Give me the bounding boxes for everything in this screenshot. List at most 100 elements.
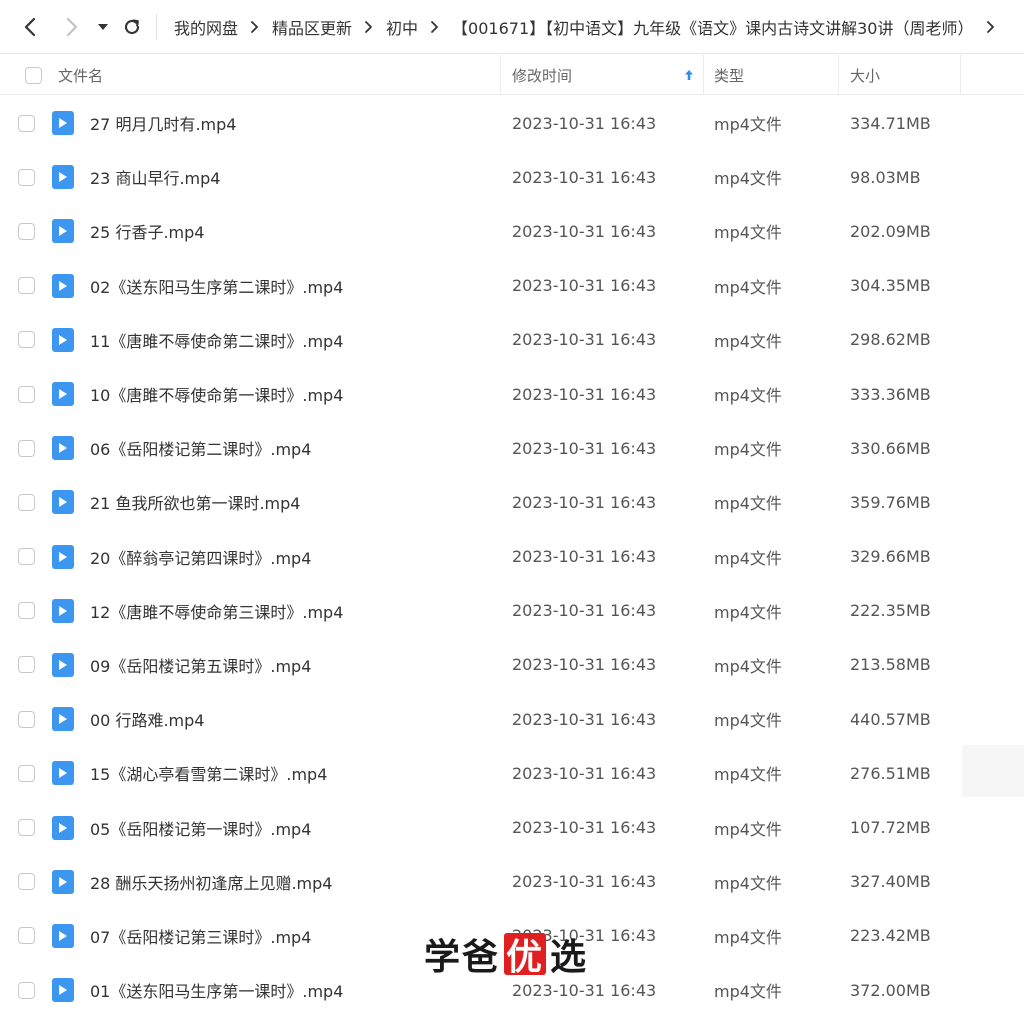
file-name[interactable]: 27 明月几时有.mp4 (90, 96, 236, 150)
file-name[interactable]: 06《岳阳楼记第二课时》.mp4 (90, 421, 311, 475)
row-checkbox[interactable] (18, 150, 35, 204)
file-modified-time: 2023-10-31 16:43 (512, 818, 657, 838)
row-checkbox[interactable] (18, 909, 35, 963)
file-row[interactable]: 00 行路难.mp4 2023-10-31 16:43 mp4文件 440.57MB (0, 692, 1024, 746)
row-checkbox[interactable] (18, 421, 35, 475)
checkbox-box (18, 385, 35, 403)
file-row[interactable]: 20《醉翁亭记第四课时》.mp4 2023-10-31 16:43 mp4文件 329… (0, 530, 1024, 584)
file-name[interactable]: 21 鱼我所欲也第一课时.mp4 (90, 475, 300, 529)
arrow-up-icon[interactable] (684, 55, 694, 95)
file-name[interactable]: 23 商山早行.mp4 (90, 150, 220, 204)
file-row[interactable]: 02《送东阳马生序第二课时》.mp4 2023-10-31 16:43 mp4文件 3… (0, 259, 1024, 313)
video-file-icon (52, 421, 74, 475)
column-header-modified[interactable]: 修改时间 (512, 55, 572, 95)
file-type: mp4文件 (714, 548, 782, 568)
file-row[interactable]: 11《唐雎不辱使命第二课时》.mp4 2023-10-31 16:43 mp4文件 2… (0, 313, 1024, 367)
checkbox-box (18, 873, 35, 891)
video-file-icon (52, 367, 74, 421)
file-name[interactable]: 12《唐雎不辱使命第三课时》.mp4 (90, 584, 343, 638)
file-name[interactable]: 02《送东阳马生序第二课时》.mp4 (90, 259, 343, 313)
file-type: mp4文件 (714, 711, 782, 731)
chevron-right-icon (364, 20, 373, 34)
file-row[interactable]: 28 酬乐天扬州初逢席上见赠.mp4 2023-10-31 16:43 mp4文件 3… (0, 855, 1024, 909)
row-checkbox[interactable] (18, 204, 35, 258)
file-modified-time: 2023-10-31 16:43 (512, 276, 657, 296)
video-file-icon (52, 963, 74, 1013)
file-name[interactable]: 20《醉翁亭记第四课时》.mp4 (90, 530, 311, 584)
file-row[interactable]: 05《岳阳楼记第一课时》.mp4 2023-10-31 16:43 mp4文件 107… (0, 800, 1024, 854)
file-row[interactable]: 27 明月几时有.mp4 2023-10-31 16:43 mp4文件 334.71M… (0, 96, 1024, 150)
file-size: 222.35MB (850, 601, 931, 621)
file-name[interactable]: 10《唐雎不辱使命第一课时》.mp4 (90, 367, 343, 421)
column-divider[interactable] (960, 55, 961, 95)
video-file-icon (52, 475, 74, 529)
video-file-icon (52, 800, 74, 854)
checkbox-box (18, 439, 35, 457)
scroll-area[interactable] (962, 745, 1024, 797)
row-checkbox[interactable] (18, 963, 35, 1013)
back-button[interactable] (14, 10, 46, 44)
row-checkbox[interactable] (18, 800, 35, 854)
file-row[interactable]: 15《湖心亭看雪第二课时》.mp4 2023-10-31 16:43 mp4文件 27… (0, 746, 1024, 800)
breadcrumb-item-root[interactable]: 我的网盘 (174, 15, 238, 39)
checkbox-box (18, 548, 35, 566)
breadcrumb-item-updates[interactable]: 精品区更新 (272, 15, 352, 39)
file-type: mp4文件 (714, 494, 782, 514)
row-checkbox[interactable] (18, 530, 35, 584)
file-size: 333.36MB (850, 384, 931, 404)
select-all-checkbox[interactable] (25, 55, 42, 95)
refresh-button[interactable] (118, 10, 146, 44)
row-checkbox[interactable] (18, 855, 35, 909)
column-divider[interactable] (838, 55, 839, 95)
video-file-icon (52, 692, 74, 746)
file-name[interactable]: 09《岳阳楼记第五课时》.mp4 (90, 638, 311, 692)
file-row[interactable]: 21 鱼我所欲也第一课时.mp4 2023-10-31 16:43 mp4文件 359… (0, 475, 1024, 529)
file-name[interactable]: 01《送东阳马生序第一课时》.mp4 (90, 963, 343, 1013)
column-header-type[interactable]: 类型 (714, 55, 744, 95)
file-modified-time: 2023-10-31 16:43 (512, 547, 657, 567)
file-row[interactable]: 10《唐雎不辱使命第一课时》.mp4 2023-10-31 16:43 mp4文件 3… (0, 367, 1024, 421)
file-name[interactable]: 11《唐雎不辱使命第二课时》.mp4 (90, 313, 343, 367)
file-modified-time: 2023-10-31 16:43 (512, 384, 657, 404)
column-header-name[interactable]: 文件名 (58, 55, 103, 95)
watermark-logo: 学爸优选 (424, 932, 588, 978)
file-name[interactable]: 00 行路难.mp4 (90, 692, 204, 746)
row-checkbox[interactable] (18, 259, 35, 313)
row-checkbox[interactable] (18, 584, 35, 638)
column-divider[interactable] (703, 55, 704, 95)
file-row[interactable]: 23 商山早行.mp4 2023-10-31 16:43 mp4文件 98.03MB (0, 150, 1024, 204)
file-modified-time: 2023-10-31 16:43 (512, 763, 657, 783)
file-size: 98.03MB (850, 167, 921, 187)
file-name[interactable]: 15《湖心亭看雪第二课时》.mp4 (90, 746, 327, 800)
breadcrumb-item-junior[interactable]: 初中 (386, 15, 418, 39)
file-modified-time: 2023-10-31 16:43 (512, 221, 657, 241)
forward-button[interactable] (56, 10, 88, 44)
file-size: 334.71MB (850, 113, 931, 133)
column-header-size[interactable]: 大小 (850, 55, 880, 95)
row-checkbox[interactable] (18, 692, 35, 746)
file-name[interactable]: 25 行香子.mp4 (90, 204, 204, 258)
row-checkbox[interactable] (18, 475, 35, 529)
file-row[interactable]: 12《唐雎不辱使命第三课时》.mp4 2023-10-31 16:43 mp4文件 2… (0, 584, 1024, 638)
file-row[interactable]: 09《岳阳楼记第五课时》.mp4 2023-10-31 16:43 mp4文件 213… (0, 638, 1024, 692)
file-row[interactable]: 06《岳阳楼记第二课时》.mp4 2023-10-31 16:43 mp4文件 330… (0, 421, 1024, 475)
breadcrumb-item-current-folder[interactable]: 【001671】【初中语文】九年级《语文》课内古诗文讲解30讲（周老师） (452, 15, 973, 39)
chevron-right-icon[interactable] (986, 20, 995, 34)
file-size: 440.57MB (850, 709, 931, 729)
row-checkbox[interactable] (18, 367, 35, 421)
file-name[interactable]: 28 酬乐天扬州初逢席上见赠.mp4 (90, 855, 332, 909)
row-checkbox[interactable] (18, 746, 35, 800)
row-checkbox[interactable] (18, 638, 35, 692)
file-name[interactable]: 07《岳阳楼记第三课时》.mp4 (90, 909, 311, 963)
file-row[interactable]: 25 行香子.mp4 2023-10-31 16:43 mp4文件 202.09MB (0, 204, 1024, 258)
video-file-icon (52, 259, 74, 313)
history-dropdown-button[interactable] (92, 10, 114, 44)
column-divider[interactable] (500, 55, 501, 95)
checkbox-box (18, 168, 35, 186)
row-checkbox[interactable] (18, 313, 35, 367)
file-name[interactable]: 05《岳阳楼记第一课时》.mp4 (90, 800, 311, 854)
watermark-text-2: 选 (550, 937, 589, 978)
row-checkbox[interactable] (18, 96, 35, 150)
file-type: mp4文件 (714, 440, 782, 460)
checkbox-box (18, 981, 35, 999)
